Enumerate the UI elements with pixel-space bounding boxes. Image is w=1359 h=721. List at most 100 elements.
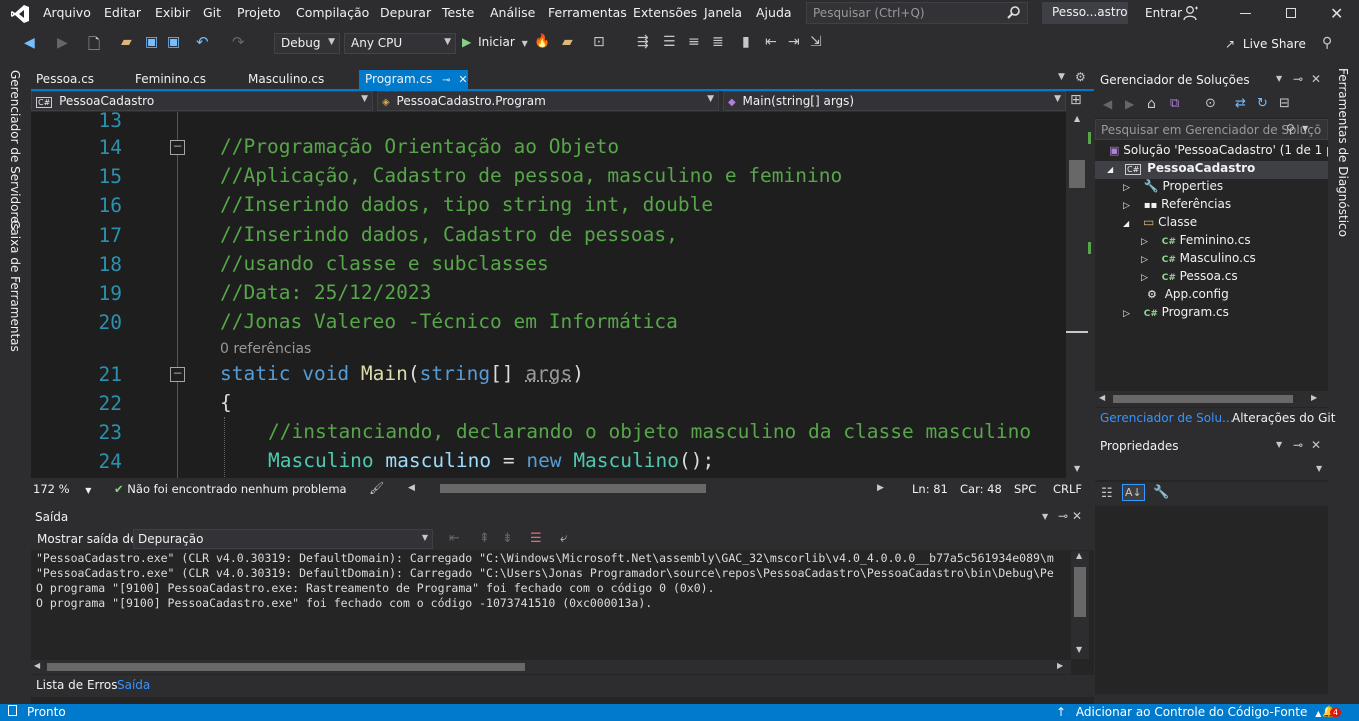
line-indicator[interactable]: Ln: 81 — [912, 482, 948, 496]
back-icon[interactable]: ◀ — [24, 35, 35, 51]
alphabetical-icon[interactable]: A↓ — [1122, 484, 1145, 501]
home-icon[interactable]: ⌂ — [1147, 96, 1156, 112]
redo-icon[interactable]: ↷ — [232, 33, 245, 51]
feedback-icon[interactable]: ⚲ — [1322, 35, 1332, 51]
scroll-left-icon[interactable]: ◀ — [1099, 393, 1105, 402]
back-icon[interactable]: ◀ — [1103, 97, 1112, 111]
signin-link[interactable]: Entrar — [1145, 6, 1182, 20]
uncomment-icon[interactable]: ≣ — [712, 34, 724, 50]
tab-pessoa[interactable]: Pessoa.cs — [30, 70, 100, 89]
tree-file-program[interactable]: ▷ C# Program.cs — [1123, 305, 1229, 323]
step-icon[interactable]: ⇶ — [637, 34, 649, 50]
menu-teste[interactable]: Teste — [442, 5, 474, 20]
clear-all-icon[interactable]: ☰ — [530, 531, 542, 546]
pin-icon[interactable]: ⊸ — [1293, 438, 1303, 452]
visual-studio-logo-icon[interactable] — [10, 4, 30, 24]
editor-vscrollbar[interactable]: ▲ ▼ — [1066, 112, 1094, 478]
scroll-up-icon[interactable]: ▲ — [1076, 551, 1082, 560]
save-icon[interactable]: ▣ — [145, 34, 158, 50]
scroll-down-icon[interactable]: ▼ — [1076, 645, 1082, 654]
tab-feminino[interactable]: Feminino.cs — [129, 70, 212, 89]
tree-file-pessoa[interactable]: ▷ C# Pessoa.cs — [1141, 269, 1238, 287]
menu-extensoes[interactable]: Extensões — [633, 5, 697, 20]
close-icon[interactable]: ✕ — [1311, 438, 1321, 452]
zoom-dropdown[interactable]: 172 % ▼ — [33, 482, 91, 496]
close-icon[interactable]: ✕ — [1072, 509, 1082, 523]
menu-analise[interactable]: Análise — [490, 5, 535, 20]
forward-icon[interactable]: ▶ — [57, 35, 68, 51]
solution-hscrollbar[interactable]: ◀ ▶ — [1095, 391, 1328, 407]
property-pages-icon[interactable]: 🔧 — [1153, 485, 1169, 500]
search-input[interactable]: Pesquisar (Ctrl+Q) — [806, 2, 1028, 24]
tab-settings-icon[interactable]: ⚙ — [1075, 70, 1086, 84]
sync-icon[interactable]: ⇄ — [1235, 96, 1246, 111]
switch-views-icon[interactable]: ⧉ — [1170, 96, 1179, 111]
menu-git[interactable]: Git — [203, 5, 221, 20]
format-icon[interactable]: ☰ — [663, 34, 676, 50]
split-editor-icon[interactable]: ⊞ — [1070, 92, 1082, 108]
chevron-down-icon[interactable]: ▼ — [1276, 74, 1282, 83]
eol-indicator[interactable]: CRLF — [1053, 482, 1082, 496]
scroll-right-icon[interactable]: ▶ — [1057, 661, 1063, 670]
restore-icon[interactable] — [1286, 8, 1296, 18]
code-cleanup-icon[interactable]: 🖌 — [369, 481, 384, 495]
tab-program[interactable]: Program.cs ⊸ ✕ — [359, 70, 468, 89]
platform-dropdown[interactable]: Any CPU ▼ — [344, 33, 456, 54]
tree-classe-folder[interactable]: ◢ ▭ Classe — [1123, 215, 1197, 233]
config-dropdown[interactable]: Debug ▼ — [274, 33, 340, 54]
scroll-thumb[interactable] — [1074, 567, 1086, 617]
scroll-up-icon[interactable]: ▲ — [1074, 114, 1080, 123]
collapse-region-icon[interactable]: − — [170, 140, 185, 155]
member-dropdown[interactable]: ◆ Main(string[] args) ▼ — [723, 91, 1066, 111]
tree-solution[interactable]: ▣ Solução 'PessoaCadastro' (1 de 1 proj — [1109, 143, 1328, 161]
close-icon[interactable]: ✕ — [1311, 72, 1321, 86]
chevron-down-icon[interactable]: ▼ — [1276, 440, 1282, 449]
collapse-region-icon[interactable]: − — [170, 367, 185, 382]
close-tab-icon[interactable]: ✕ — [458, 73, 467, 86]
editor-hscroll-thumb[interactable] — [440, 484, 706, 493]
live-share-button[interactable]: ↗ Live Share — [1225, 37, 1306, 51]
collapse-all-icon[interactable]: ⊟ — [1279, 96, 1290, 111]
notifications-button[interactable]: 🔔 4 — [1322, 704, 1342, 721]
output-source-dropdown[interactable]: Depuração ▼ — [133, 529, 433, 549]
menu-editar[interactable]: Editar — [104, 5, 141, 20]
issues-indicator[interactable]: ✔ Não foi encontrado nenhum problema — [114, 482, 347, 496]
scroll-thumb[interactable] — [1113, 395, 1293, 403]
add-source-control-button[interactable]: ↑ Adicionar ao Controle do Código-Fonte … — [1056, 705, 1321, 719]
categorized-icon[interactable]: ☷ — [1101, 486, 1113, 501]
properties-object-dropdown[interactable]: ▼ — [1095, 458, 1328, 480]
comment-icon[interactable]: ≡ — [688, 34, 700, 50]
tree-properties[interactable]: ▷ 🔧 Properties — [1123, 179, 1223, 197]
scroll-down-icon[interactable]: ▼ — [1074, 464, 1080, 473]
menu-compilacao[interactable]: Compilação — [296, 5, 369, 20]
menu-janela[interactable]: Janela — [704, 5, 742, 20]
pending-changes-icon[interactable]: ⊙ — [1205, 96, 1216, 111]
tab-solution-explorer[interactable]: Gerenciador de Solu... — [1100, 411, 1234, 425]
tree-file-feminino[interactable]: ▷ C# Feminino.cs — [1141, 233, 1251, 251]
scroll-thumb[interactable] — [1069, 160, 1085, 188]
type-dropdown[interactable]: ◈ PessoaCadastro.Program ▼ — [377, 91, 719, 111]
chevron-down-icon[interactable]: ▼ — [1302, 124, 1308, 133]
tab-error-list[interactable]: Lista de Erros — [36, 678, 118, 692]
next-message-icon[interactable]: ⇟ — [502, 531, 513, 546]
bookmark-prev-icon[interactable]: ⇤ — [765, 34, 777, 50]
close-window-icon[interactable]: ✕ — [1330, 4, 1343, 23]
tab-output[interactable]: Saída — [117, 678, 150, 692]
pin-icon[interactable]: ⊸ — [1058, 509, 1068, 523]
solution-name-badge[interactable]: Pesso...astro — [1042, 2, 1128, 24]
tab-overflow-icon[interactable]: ▼ — [1058, 72, 1065, 82]
find-message-icon[interactable]: ⇤ — [449, 531, 460, 546]
tab-masculino[interactable]: Masculino.cs — [242, 70, 330, 89]
project-dropdown[interactable]: C# PessoaCadastro ▼ — [31, 91, 373, 111]
pin-icon[interactable]: ⊸ — [1293, 72, 1303, 86]
forward-icon[interactable]: ▶ — [1125, 97, 1134, 111]
tree-file-masculino[interactable]: ▷ C# Masculino.cs — [1141, 251, 1256, 269]
solution-search-input[interactable]: Pesquisar em Gerenciador de Soluçõ ⚲ ▼ — [1095, 119, 1328, 140]
scroll-thumb[interactable] — [47, 663, 525, 671]
open-folder-icon[interactable]: ▰ — [121, 34, 132, 50]
scroll-left-icon[interactable]: ◀ — [34, 661, 40, 670]
tab-git-changes[interactable]: Alterações do Git — [1232, 411, 1335, 425]
browse-icon[interactable]: ⊡ — [593, 34, 605, 50]
column-indicator[interactable]: Car: 48 — [960, 482, 1002, 496]
folder-icon[interactable]: ▰ — [562, 34, 573, 50]
